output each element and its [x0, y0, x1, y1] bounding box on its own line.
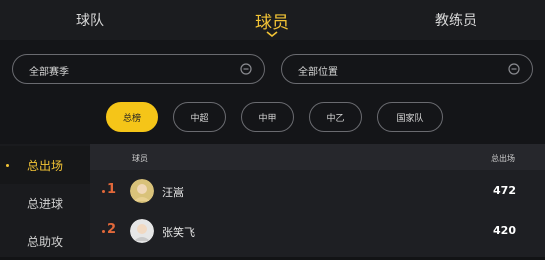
sidebar-item-label: 总进球	[26, 196, 63, 211]
column-header-player: 球员	[132, 154, 148, 163]
rank-number: 2	[107, 222, 117, 237]
avatar	[130, 219, 154, 243]
table-header: 球员 总出场	[90, 144, 545, 170]
stat-value: 420	[493, 224, 516, 237]
table-row[interactable]: 1 汪嵩 472	[90, 171, 545, 211]
position-dropdown-label: 全部位置	[298, 67, 338, 78]
tab-coach[interactable]: 教练员	[435, 10, 477, 30]
stat-value: 472	[493, 184, 516, 197]
chip-league-one[interactable]: 中甲	[241, 102, 294, 132]
dropdown-circle-icon	[240, 63, 252, 75]
sidebar-item-label: 总助攻	[26, 234, 63, 249]
rank-number: 1	[107, 182, 117, 197]
table-row[interactable]: 2 张笑飞 420	[90, 211, 545, 251]
sidebar-item-appearances[interactable]: 总出场	[0, 146, 90, 184]
player-name: 张笑飞	[162, 226, 195, 239]
chip-csl[interactable]: 中超	[173, 102, 226, 132]
chevron-down-icon	[266, 31, 278, 37]
sidebar-item-label: 总出场	[26, 158, 63, 173]
rank-dot	[102, 190, 105, 193]
tab-team[interactable]: 球队	[76, 10, 104, 30]
active-indicator-dot	[6, 164, 9, 167]
chip-league-two[interactable]: 中乙	[309, 102, 362, 132]
tab-player[interactable]: 球员	[255, 8, 289, 33]
position-dropdown[interactable]: 全部位置	[281, 54, 533, 84]
season-dropdown-label: 全部赛季	[29, 67, 69, 78]
sidebar-item-goals[interactable]: 总进球	[0, 184, 90, 222]
dropdown-circle-icon	[508, 63, 520, 75]
chip-national-team[interactable]: 国家队	[377, 102, 443, 132]
ranking-table: 球员 总出场 1 汪嵩 472 2 张笑飞 420	[90, 144, 545, 257]
avatar	[130, 179, 154, 203]
player-name: 汪嵩	[162, 186, 184, 199]
chip-overall[interactable]: 总榜	[106, 102, 158, 132]
stat-category-sidebar: 总出场 总进球 总助攻	[0, 144, 90, 257]
rank-dot	[102, 230, 105, 233]
sidebar-item-assists[interactable]: 总助攻	[0, 222, 90, 260]
top-tab-bar: 球队 球员 教练员	[0, 0, 545, 40]
season-dropdown[interactable]: 全部赛季	[12, 54, 265, 84]
column-header-stat: 总出场	[491, 154, 515, 163]
filter-panel: 全部赛季 全部位置 总榜 中超 中甲 中乙 国家队	[0, 40, 545, 144]
